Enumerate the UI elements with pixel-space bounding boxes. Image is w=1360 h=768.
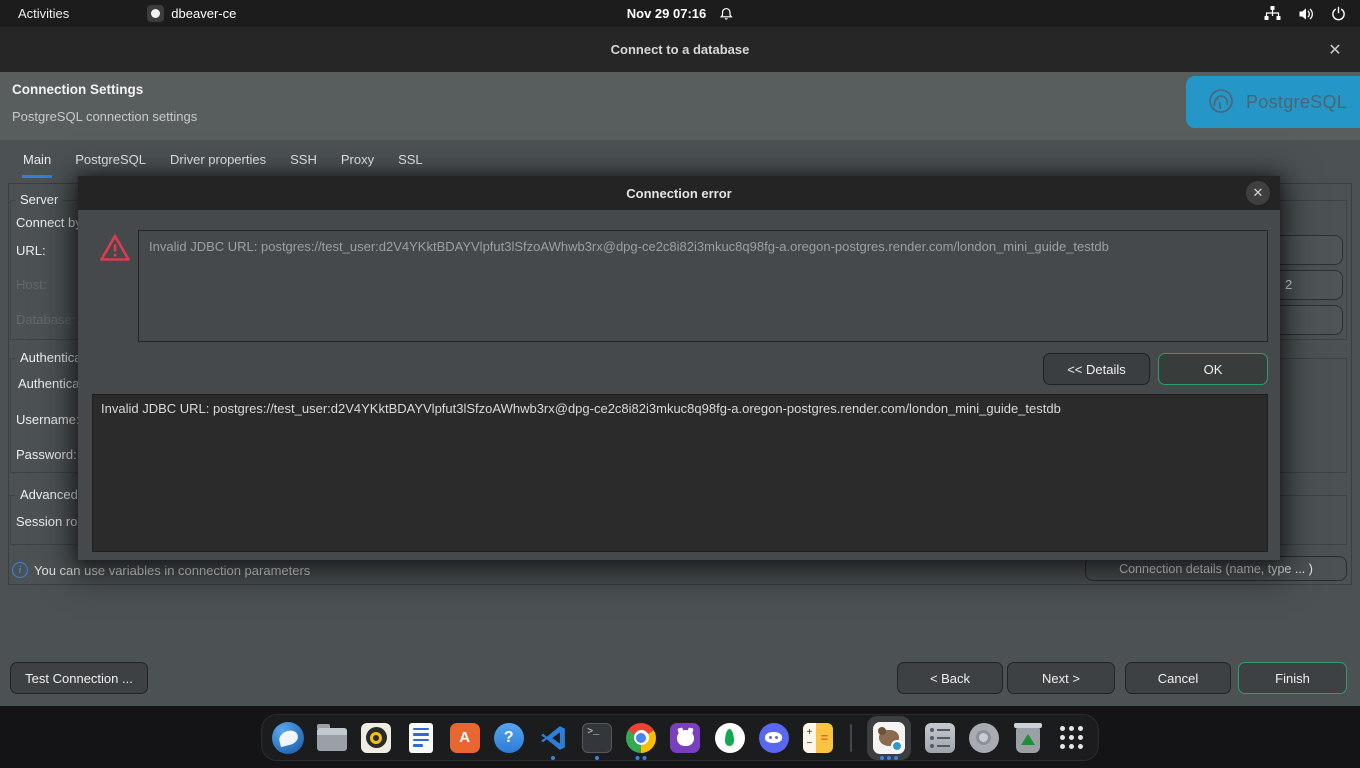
postgresql-elephant-icon	[1204, 85, 1238, 119]
mongodb-icon	[715, 723, 745, 753]
trash-icon	[1016, 726, 1040, 753]
clock-text: Nov 29 07:16	[627, 6, 707, 21]
files-icon	[317, 728, 347, 751]
activities-button[interactable]: Activities	[18, 6, 69, 21]
back-button[interactable]: < Back	[897, 662, 1003, 694]
ok-button[interactable]: OK	[1158, 353, 1268, 385]
dock-item-files[interactable]	[316, 714, 348, 761]
cancel-button[interactable]: Cancel	[1125, 662, 1231, 694]
tab-driver-properties[interactable]: Driver properties	[169, 150, 267, 178]
clock-menu[interactable]: Nov 29 07:16	[627, 0, 734, 27]
dock-item-software[interactable]: A	[449, 714, 481, 761]
tab-ssl[interactable]: SSL	[397, 150, 424, 178]
page-subtitle: PostgreSQL connection settings	[12, 109, 197, 124]
port-value-fragment: 2	[1285, 277, 1292, 292]
dock-item-help[interactable]: ?	[493, 714, 525, 761]
postgresql-logo-text: PostgreSQL	[1246, 92, 1347, 113]
error-message-box[interactable]: Invalid JDBC URL: postgres://test_user:d…	[138, 230, 1268, 342]
info-icon: i	[12, 562, 28, 578]
database-label: Database:	[16, 312, 75, 327]
app-grid-icon	[1060, 726, 1083, 749]
tab-main[interactable]: Main	[22, 150, 52, 178]
tab-postgresql[interactable]: PostgreSQL	[74, 150, 147, 178]
username-label: Username:	[16, 412, 80, 427]
dock-separator	[846, 714, 855, 761]
dock-item-thunderbird[interactable]	[272, 714, 304, 761]
desktop-bottom-area: A ? >_ +− =	[0, 706, 1360, 768]
preferences-icon	[925, 723, 955, 753]
dock-item-writer[interactable]	[404, 714, 436, 761]
connection-error-dialog: Connection error ✕ Invalid JDBC URL: pos…	[78, 176, 1280, 560]
dock-item-app-grid[interactable]	[1056, 714, 1088, 761]
help-icon: ?	[494, 723, 524, 753]
focused-app-name: dbeaver-ce	[171, 6, 236, 21]
tab-ssh[interactable]: SSH	[289, 150, 318, 178]
window-title: Connect to a database	[0, 27, 1360, 72]
advanced-group-label: Advanced	[15, 487, 83, 502]
finish-button[interactable]: Finish	[1238, 662, 1347, 694]
error-dialog-close-button[interactable]: ✕	[1246, 181, 1270, 205]
active-app-highlight	[867, 716, 911, 760]
dock-item-discord[interactable]	[758, 714, 790, 761]
page-title: Connection Settings	[12, 82, 143, 97]
network-icon	[1264, 6, 1281, 21]
tab-proxy[interactable]: Proxy	[340, 150, 375, 178]
url-label: URL:	[16, 243, 46, 258]
password-label: Password:	[16, 447, 77, 462]
window-close-button[interactable]: ✕	[1324, 39, 1346, 61]
error-details-text-area[interactable]: Invalid JDBC URL: postgres://test_user:d…	[92, 394, 1268, 552]
dock-item-vscode[interactable]	[537, 714, 569, 761]
dock: A ? >_ +− =	[261, 714, 1099, 761]
dbeaver-app-icon	[147, 5, 164, 22]
thunderbird-icon	[272, 722, 304, 754]
focused-app-menu[interactable]: dbeaver-ce	[147, 5, 236, 22]
terminal-icon: >_	[582, 723, 612, 753]
postgresql-logo: PostgreSQL	[1186, 76, 1360, 128]
discord-icon	[759, 723, 789, 753]
running-indicator	[551, 756, 555, 760]
details-toggle-button[interactable]: << Details	[1043, 353, 1150, 385]
wizard-header: Connection Settings PostgreSQL connectio…	[0, 72, 1360, 140]
chrome-icon	[626, 723, 656, 753]
dock-item-chrome[interactable]	[625, 714, 657, 761]
running-indicator	[595, 756, 599, 760]
dock-item-github[interactable]	[669, 714, 701, 761]
dock-item-calculator[interactable]: +− =	[802, 714, 834, 761]
disks-icon	[969, 723, 999, 753]
system-top-bar: Activities dbeaver-ce Nov 29 07:16	[0, 0, 1360, 27]
dock-item-rhythmbox[interactable]	[360, 714, 392, 761]
vscode-icon	[538, 723, 568, 753]
notification-bell-icon	[718, 6, 733, 22]
volume-icon	[1298, 7, 1314, 21]
next-button[interactable]: Next >	[1007, 662, 1115, 694]
running-indicator	[636, 756, 647, 760]
libreoffice-writer-icon	[409, 723, 433, 753]
window-title-bar[interactable]: Connect to a database ✕	[0, 27, 1360, 72]
error-dialog-title-bar[interactable]: Connection error	[78, 176, 1280, 210]
dock-item-terminal[interactable]: >_	[581, 714, 613, 761]
rhythmbox-icon	[361, 723, 391, 753]
connect-by-label: Connect by	[16, 215, 82, 230]
error-dialog-title: Connection error	[626, 186, 731, 201]
power-icon	[1331, 6, 1346, 21]
settings-tab-bar: Main PostgreSQL Driver properties SSH Pr…	[22, 150, 424, 178]
dock-item-mongodb[interactable]	[714, 714, 746, 761]
calculator-icon: +− =	[803, 723, 833, 753]
ubuntu-software-icon: A	[450, 723, 480, 753]
running-indicator	[880, 756, 898, 760]
test-connection-button[interactable]: Test Connection ...	[10, 662, 148, 694]
dock-item-dbeaver-active[interactable]	[867, 714, 911, 761]
dock-item-trash[interactable]	[1012, 714, 1044, 761]
warning-icon	[99, 233, 131, 263]
session-role-label: Session role	[16, 514, 88, 529]
server-group-label: Server	[15, 192, 63, 207]
github-desktop-icon	[670, 723, 700, 753]
dbeaver-icon	[873, 722, 905, 754]
dock-item-disks[interactable]	[968, 714, 1000, 761]
variables-hint-text: You can use variables in connection para…	[34, 563, 310, 578]
system-status-area[interactable]	[1264, 0, 1346, 27]
host-label: Host:	[16, 277, 46, 292]
screen: Activities dbeaver-ce Nov 29 07:16 Conne…	[0, 0, 1360, 768]
dock-item-preferences[interactable]	[923, 714, 955, 761]
